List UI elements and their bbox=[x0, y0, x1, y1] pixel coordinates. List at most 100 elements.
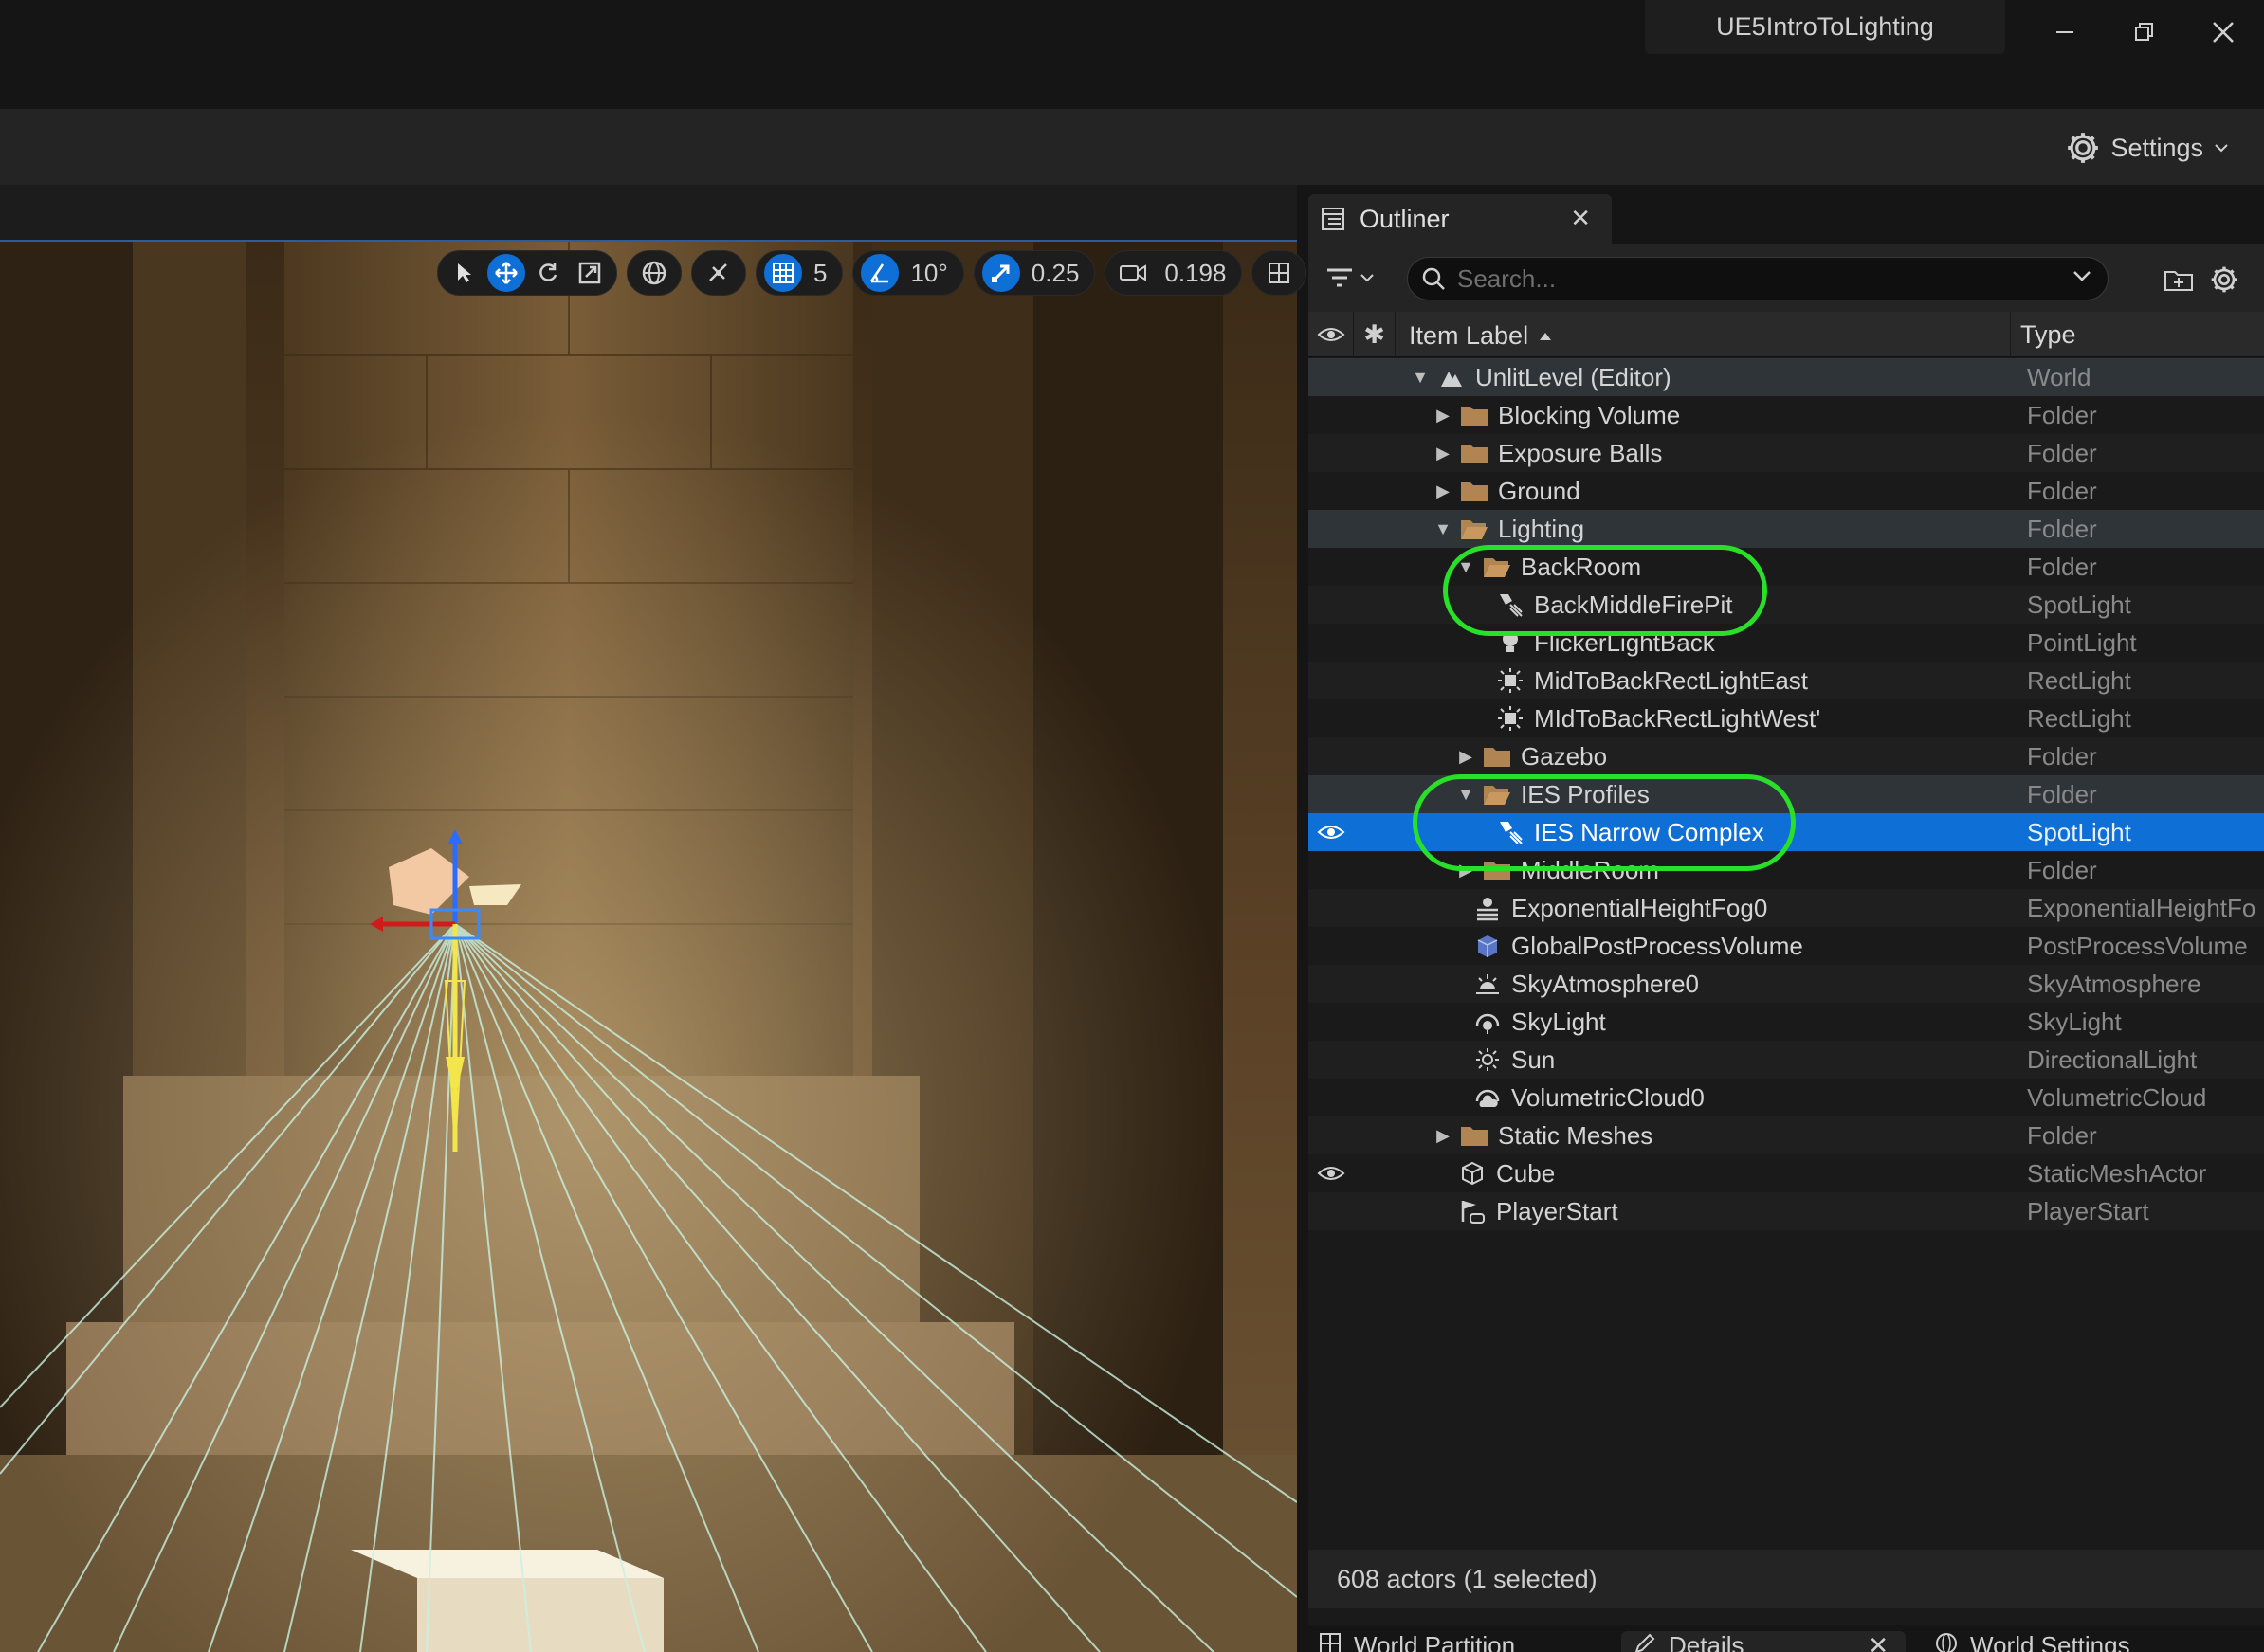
tree-row[interactable]: ExponentialHeightFog0 ExponentialHeightF… bbox=[1308, 889, 2264, 927]
search-dropdown-icon[interactable] bbox=[2072, 265, 2092, 291]
tree-row[interactable]: FlickerLightBack PointLight bbox=[1308, 624, 2264, 662]
tree-row[interactable]: ▶ Static Meshes Folder bbox=[1308, 1116, 2264, 1154]
close-window-button[interactable] bbox=[2190, 8, 2256, 57]
restore-button[interactable] bbox=[2110, 8, 2177, 57]
search-box[interactable] bbox=[1407, 257, 2109, 300]
tree-row-selected[interactable]: IES Narrow Complex SpotLight bbox=[1308, 813, 2264, 851]
scale-mode-button[interactable] bbox=[571, 254, 609, 292]
expanded-arrow-icon[interactable]: ▼ bbox=[1457, 557, 1474, 577]
world-space-button[interactable] bbox=[635, 254, 673, 292]
tree-row[interactable]: BackMiddleFirePit SpotLight bbox=[1308, 586, 2264, 624]
filter-button[interactable] bbox=[1325, 257, 1392, 299]
tree-row-label: SkyLight bbox=[1511, 1007, 1606, 1036]
sun-icon bbox=[1473, 1045, 1502, 1074]
angle-snap-toggle[interactable] bbox=[861, 254, 900, 292]
tree-row-type: PlayerStart bbox=[2027, 1196, 2149, 1225]
tab-outliner[interactable]: Outliner ✕ bbox=[1308, 194, 1612, 244]
tree-row[interactable]: ▶ Ground Folder bbox=[1308, 472, 2264, 510]
tree-row-type: SkyLight bbox=[2027, 1007, 2122, 1036]
camera-speed-value[interactable]: 0.198 bbox=[1157, 259, 1233, 288]
tree-row[interactable]: ▼ BackRoom Folder bbox=[1308, 548, 2264, 586]
tree-row-type: Folder bbox=[2027, 855, 2097, 884]
tree-row[interactable]: MidToBackRectLightEast RectLight bbox=[1308, 662, 2264, 699]
grid-snap-toggle[interactable] bbox=[764, 254, 802, 292]
close-tab-icon[interactable]: ✕ bbox=[1570, 204, 1591, 233]
collapsed-arrow-icon[interactable]: ▶ bbox=[1435, 481, 1451, 501]
outliner-settings-button[interactable] bbox=[2205, 261, 2243, 299]
main-toolbar: Settings bbox=[0, 109, 2264, 185]
item-label-column[interactable]: Item Label bbox=[1409, 321, 1553, 351]
tree-row[interactable]: SkyLight SkyLight bbox=[1308, 1003, 2264, 1041]
viewport-layout-button[interactable] bbox=[1260, 254, 1298, 292]
search-icon bbox=[1422, 267, 1445, 290]
tree-row-name: ▶ Exposure Balls bbox=[1435, 434, 1662, 472]
type-column[interactable]: Type bbox=[2010, 312, 2264, 357]
tree-row[interactable]: ▼ IES Profiles Folder bbox=[1308, 775, 2264, 813]
settings-button[interactable]: Settings bbox=[2065, 128, 2230, 168]
tree-row-name: ▼ BackRoom bbox=[1457, 548, 1641, 586]
tree-row-type: PointLight bbox=[2027, 627, 2137, 657]
rotate-mode-button[interactable] bbox=[529, 254, 567, 292]
visibility-toggle[interactable] bbox=[1308, 1154, 1354, 1192]
rectlight-icon bbox=[1496, 666, 1525, 695]
expanded-arrow-icon[interactable]: ▼ bbox=[1457, 785, 1474, 805]
tab-world-partition[interactable]: World Partition bbox=[1318, 1631, 1515, 1652]
tree-row-name: ▼ UnlitLevel (Editor) bbox=[1412, 358, 1671, 396]
level-viewport[interactable] bbox=[0, 242, 1297, 1652]
visibility-toggle[interactable] bbox=[1308, 813, 1354, 851]
scale-snap-icon bbox=[991, 264, 1010, 282]
collapsed-arrow-icon[interactable]: ▶ bbox=[1435, 1126, 1451, 1146]
collapsed-arrow-icon[interactable]: ▶ bbox=[1435, 444, 1451, 463]
tree-row[interactable]: MIdToBackRectLightWest' RectLight bbox=[1308, 699, 2264, 737]
grid-snap-value[interactable]: 5 bbox=[806, 259, 834, 288]
eye-icon bbox=[1317, 328, 1344, 341]
close-icon bbox=[2213, 22, 2234, 43]
tree-row[interactable]: Sun DirectionalLight bbox=[1308, 1041, 2264, 1079]
outliner-tab-row: Outliner ✕ bbox=[1308, 185, 2264, 244]
tab-world-partition-label: World Partition bbox=[1354, 1631, 1516, 1652]
tree-row[interactable]: ▼ UnlitLevel (Editor) World bbox=[1308, 358, 2264, 396]
tree-row[interactable]: Cube StaticMeshActor bbox=[1308, 1154, 2264, 1192]
expanded-arrow-icon[interactable]: ▼ bbox=[1412, 368, 1429, 388]
tree-row[interactable]: PlayerStart PlayerStart bbox=[1308, 1192, 2264, 1230]
tree-row[interactable]: ▶ Gazebo Folder bbox=[1308, 737, 2264, 775]
tree-row-type: World bbox=[2027, 362, 2091, 391]
expanded-arrow-icon[interactable]: ▼ bbox=[1434, 519, 1452, 539]
tree-row[interactable]: ▶ MiddleRoom Folder bbox=[1308, 851, 2264, 889]
pin-column[interactable]: ✱ bbox=[1354, 312, 1396, 357]
collapsed-arrow-icon[interactable]: ▶ bbox=[1458, 861, 1473, 880]
close-tab-icon[interactable]: ✕ bbox=[1868, 1631, 1889, 1652]
tab-world-settings[interactable]: World Settings bbox=[1934, 1631, 2130, 1652]
move-icon bbox=[495, 262, 518, 284]
tree-row-type: Folder bbox=[2027, 552, 2097, 581]
visibility-column[interactable] bbox=[1308, 312, 1354, 357]
tree-row[interactable]: ▶ Blocking Volume Folder bbox=[1308, 396, 2264, 434]
angle-snap-value[interactable]: 10° bbox=[903, 259, 955, 288]
tree-row-label: IES Profiles bbox=[1521, 779, 1650, 808]
tree-row[interactable]: GlobalPostProcessVolume PostProcessVolum… bbox=[1308, 927, 2264, 965]
camera-speed-button[interactable] bbox=[1113, 254, 1153, 292]
add-folder-button[interactable] bbox=[2160, 261, 2198, 299]
tab-details[interactable]: Details ✕ bbox=[1621, 1631, 1906, 1652]
tree-row-type: VolumetricCloud bbox=[2027, 1082, 2207, 1112]
world-partition-icon bbox=[1320, 1633, 1341, 1652]
scale-snap-toggle[interactable] bbox=[981, 254, 1020, 292]
transform-tools bbox=[437, 250, 617, 296]
cloud-icon bbox=[1473, 1083, 1502, 1112]
globe-icon bbox=[642, 261, 666, 285]
tree-row[interactable]: SkyAtmosphere0 SkyAtmosphere bbox=[1308, 965, 2264, 1003]
tree-row[interactable]: ▶ Exposure Balls Folder bbox=[1308, 434, 2264, 472]
minimize-button[interactable] bbox=[2032, 8, 2098, 57]
window-title: UE5IntroToLighting bbox=[1645, 0, 2005, 54]
collapsed-arrow-icon[interactable]: ▶ bbox=[1435, 406, 1451, 426]
tree-row[interactable]: VolumetricCloud0 VolumetricCloud bbox=[1308, 1079, 2264, 1116]
scale-snap-value[interactable]: 0.25 bbox=[1024, 259, 1087, 288]
translate-mode-button[interactable] bbox=[487, 254, 525, 292]
surface-snap-button[interactable] bbox=[700, 254, 738, 292]
search-input[interactable] bbox=[1457, 263, 2045, 294]
collapsed-arrow-icon[interactable]: ▶ bbox=[1458, 747, 1473, 767]
select-mode-button[interactable] bbox=[446, 254, 484, 292]
rotate-icon bbox=[539, 263, 557, 281]
tree-row[interactable]: ▼ Lighting Folder bbox=[1308, 510, 2264, 548]
minimize-icon bbox=[2056, 31, 2073, 33]
